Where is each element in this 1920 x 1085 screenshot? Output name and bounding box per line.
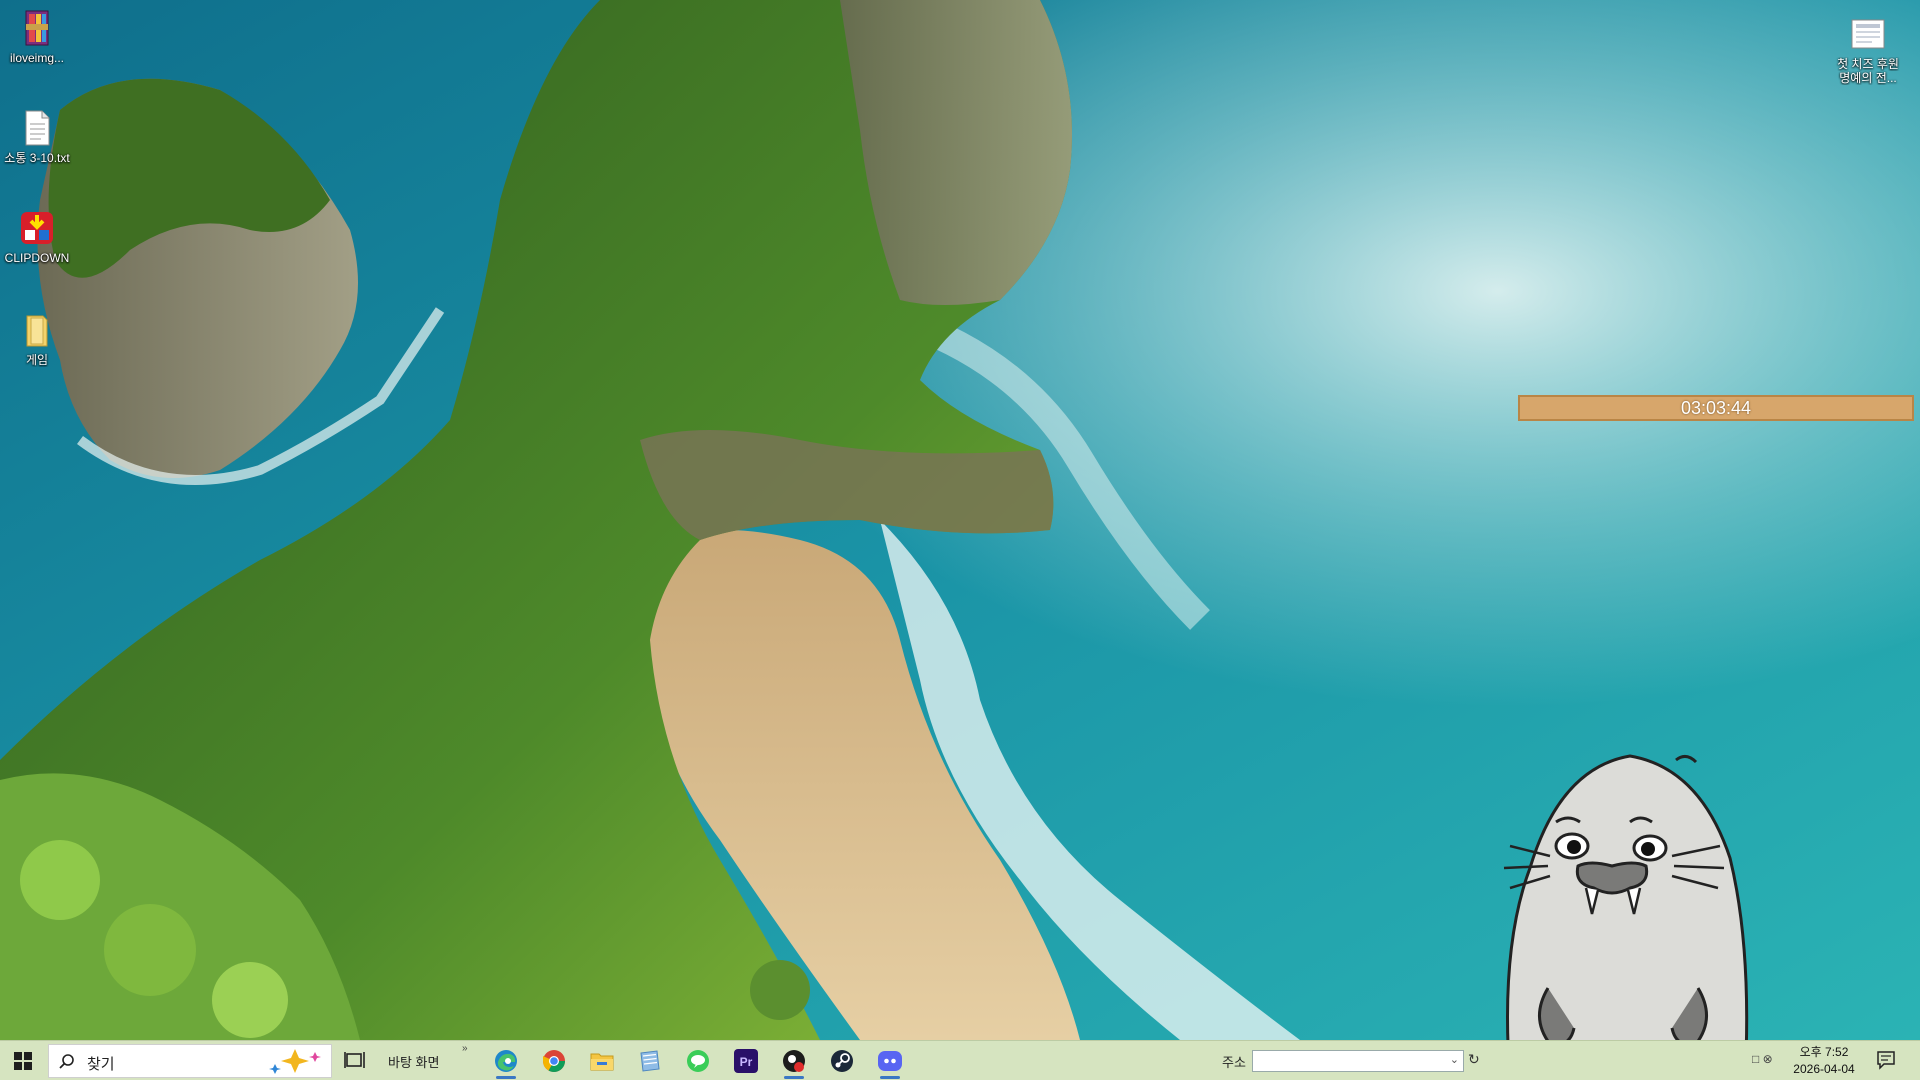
media-app-icon bbox=[783, 1050, 805, 1072]
text-file-icon bbox=[17, 108, 57, 148]
taskbar-search-box[interactable]: 찾기 bbox=[48, 1044, 332, 1078]
document-thumbnail-icon bbox=[1848, 14, 1888, 54]
desktop-icon-iloveimg[interactable]: iloveimg... bbox=[0, 8, 74, 65]
seal-character-icon bbox=[1503, 754, 1749, 1082]
desktop-toolbar-label[interactable]: 바탕 화면 bbox=[388, 1052, 439, 1071]
desktop-icon-game-folder[interactable]: 게임 bbox=[0, 310, 74, 367]
search-icon bbox=[59, 1054, 74, 1069]
task-view-icon bbox=[344, 1052, 365, 1068]
folder-icon bbox=[17, 310, 57, 350]
notification-icon bbox=[1877, 1051, 1895, 1070]
taskbar-app-chrome[interactable] bbox=[532, 1041, 576, 1081]
desktop-icon-label-line2: 명예의 전... bbox=[1839, 71, 1897, 85]
address-input[interactable]: ⌄ bbox=[1252, 1050, 1464, 1072]
notification-center-button[interactable] bbox=[1876, 1050, 1896, 1075]
address-toolbar-label: 주소 bbox=[1222, 1055, 1246, 1070]
tray-icons[interactable]: □ ⊗ bbox=[1752, 1052, 1773, 1066]
active-indicator bbox=[784, 1076, 804, 1079]
windows-logo-icon bbox=[14, 1052, 32, 1070]
desktop-icon-clipdown[interactable]: CLIPDOWN bbox=[0, 208, 74, 265]
desktop-icon-label: iloveimg... bbox=[9, 51, 65, 65]
clipdown-app-icon bbox=[17, 208, 57, 248]
desktop-icon-hall-of-fame[interactable]: 첫 치즈 후원 명예의 전... bbox=[1822, 14, 1914, 85]
taskbar: 찾기 바탕 화면 » Pr 주소 ⌄ ↻ □ ⊗ 오후 7:52 2026-04… bbox=[0, 1040, 1920, 1080]
tray-close-circle-icon[interactable]: ⊗ bbox=[1763, 1052, 1773, 1066]
notepad-icon bbox=[640, 1050, 660, 1072]
folder-icon bbox=[590, 1053, 614, 1071]
start-button[interactable] bbox=[0, 1041, 46, 1081]
desktop-icon-label: 소통 3-10.txt bbox=[4, 151, 70, 165]
discord-icon bbox=[878, 1051, 902, 1071]
taskbar-app-file-explorer[interactable] bbox=[580, 1041, 624, 1081]
active-indicator bbox=[496, 1076, 516, 1079]
taskbar-app-steam[interactable] bbox=[820, 1041, 864, 1081]
active-indicator bbox=[880, 1076, 900, 1079]
desktop-icon-text-file[interactable]: 소통 3-10.txt bbox=[0, 108, 74, 165]
tray-window-icon[interactable]: □ bbox=[1752, 1052, 1759, 1066]
premiere-pro-label: Pr bbox=[740, 1055, 753, 1069]
chevron-down-icon[interactable]: ⌄ bbox=[1450, 1053, 1459, 1066]
system-clock[interactable]: 오후 7:52 2026-04-04 bbox=[1786, 1044, 1862, 1078]
taskbar-app-media[interactable] bbox=[772, 1041, 816, 1081]
line-icon bbox=[687, 1050, 709, 1072]
address-go-refresh-icon[interactable]: ↻ bbox=[1468, 1051, 1480, 1068]
stream-timer: 03:03:44 bbox=[1518, 395, 1914, 421]
taskbar-app-discord[interactable] bbox=[868, 1041, 912, 1081]
taskbar-app-premiere[interactable]: Pr bbox=[724, 1041, 768, 1081]
chrome-icon bbox=[543, 1050, 565, 1072]
clock-date: 2026-04-04 bbox=[1793, 1062, 1855, 1076]
premiere-pro-icon: Pr bbox=[734, 1049, 758, 1073]
desktop-icon-label: 게임 bbox=[25, 353, 49, 367]
toolbar-overflow-chevron-icon[interactable]: » bbox=[462, 1043, 468, 1054]
archive-icon bbox=[17, 8, 57, 48]
steam-icon bbox=[831, 1050, 853, 1072]
search-highlight-sparkle-icon bbox=[269, 1049, 321, 1074]
seal-mascot-overlay bbox=[1490, 748, 1760, 1082]
desktop-icon-label: CLIPDOWN bbox=[4, 251, 70, 265]
clock-time: 오후 7:52 bbox=[1799, 1045, 1849, 1059]
task-view-button[interactable] bbox=[344, 1049, 366, 1076]
edge-icon bbox=[495, 1050, 517, 1072]
search-placeholder: 찾기 bbox=[87, 1056, 115, 1073]
taskbar-app-edge[interactable] bbox=[484, 1041, 528, 1081]
taskbar-app-line[interactable] bbox=[676, 1041, 720, 1081]
desktop-icon-label: 첫 치즈 후원 bbox=[1837, 57, 1899, 71]
taskbar-app-notepad[interactable] bbox=[628, 1041, 672, 1081]
